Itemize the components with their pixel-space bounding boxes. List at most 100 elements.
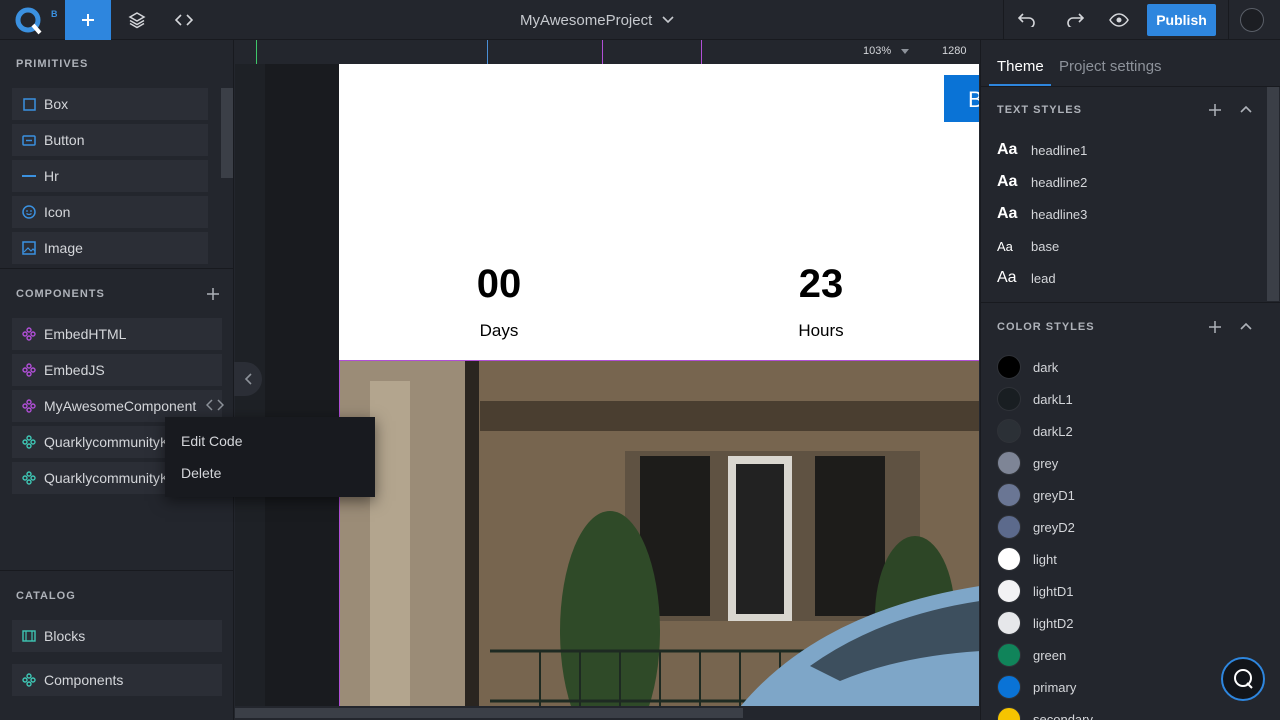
color-style-label: lightD2 bbox=[1033, 615, 1074, 631]
primitive-label: Image bbox=[44, 240, 83, 256]
caret-down-icon[interactable] bbox=[901, 49, 909, 54]
left-scrollbar[interactable] bbox=[221, 88, 233, 178]
image-icon bbox=[22, 241, 36, 255]
primitive-hr[interactable]: Hr bbox=[12, 160, 208, 192]
color-style-item[interactable]: lightD1 bbox=[997, 575, 1073, 607]
component-label: MyAwesomeComponent bbox=[44, 398, 197, 414]
text-style-label: headline2 bbox=[1031, 174, 1088, 190]
menu-item-delete[interactable]: Delete bbox=[181, 465, 221, 481]
color-style-item[interactable]: darkL2 bbox=[997, 415, 1073, 447]
undo-button[interactable] bbox=[1004, 0, 1050, 40]
code-icon[interactable] bbox=[206, 398, 225, 414]
canvas-horizontal-scrollbar[interactable] bbox=[235, 706, 979, 720]
component-item[interactable]: EmbedHTML bbox=[12, 318, 222, 350]
redo-button[interactable] bbox=[1052, 0, 1098, 40]
counter-days[interactable]: 00 Days bbox=[449, 262, 549, 341]
preview-button[interactable] bbox=[1096, 0, 1142, 40]
divider bbox=[1228, 0, 1229, 40]
text-style-item[interactable]: Aa headline1 bbox=[997, 134, 1087, 166]
text-style-item[interactable]: Aa headline3 bbox=[997, 198, 1087, 230]
color-styles-title: COLOR STYLES bbox=[997, 321, 1095, 333]
color-style-item[interactable]: primary bbox=[997, 671, 1076, 703]
primitive-label: Box bbox=[44, 96, 69, 112]
zoom-level[interactable]: 103% bbox=[863, 45, 891, 57]
layers-button[interactable] bbox=[114, 0, 160, 40]
catalog-blocks[interactable]: Blocks bbox=[12, 620, 222, 652]
color-style-item[interactable]: dark bbox=[997, 351, 1058, 383]
component-icon bbox=[22, 399, 36, 413]
color-style-item[interactable]: darkL1 bbox=[997, 383, 1073, 415]
primitive-icon[interactable]: Icon bbox=[12, 196, 208, 228]
page-cta-button[interactable]: B bbox=[944, 75, 979, 122]
context-menu: Edit Code Delete bbox=[165, 417, 375, 497]
primitive-image[interactable]: Image bbox=[12, 232, 208, 264]
text-style-label: base bbox=[1031, 238, 1060, 254]
canvas-width[interactable]: 1280 bbox=[942, 45, 966, 57]
text-style-icon: Aa bbox=[997, 141, 1018, 158]
tab-theme[interactable]: Theme bbox=[997, 58, 1044, 75]
right-panel: Theme Project settings TEXT STYLES Aa hea… bbox=[980, 40, 1280, 720]
text-style-item[interactable]: Aa headline2 bbox=[997, 166, 1087, 198]
color-style-label: darkL2 bbox=[1033, 423, 1073, 439]
color-style-label: greyD1 bbox=[1033, 487, 1075, 503]
quarkly-logo[interactable]: B bbox=[14, 5, 58, 35]
color-swatch bbox=[997, 675, 1021, 699]
text-style-icon: Aa bbox=[997, 238, 1013, 254]
publish-button[interactable]: Publish bbox=[1147, 4, 1216, 36]
color-style-item[interactable]: secondary bbox=[997, 703, 1093, 720]
color-swatch bbox=[997, 419, 1021, 443]
color-style-item[interactable]: greyD2 bbox=[997, 511, 1075, 543]
color-style-item[interactable]: grey bbox=[997, 447, 1058, 479]
ruler-marker bbox=[701, 40, 702, 64]
divider bbox=[981, 86, 1280, 87]
color-style-item[interactable]: lightD2 bbox=[997, 607, 1073, 639]
plus-icon[interactable] bbox=[1208, 103, 1222, 117]
plus-icon[interactable] bbox=[1208, 320, 1222, 334]
catalog-components[interactable]: Components bbox=[12, 664, 222, 696]
counter-value: 23 bbox=[798, 262, 844, 306]
top-bar: B MyAwesomeProject Publish bbox=[0, 0, 1280, 40]
text-style-icon: Aa bbox=[997, 269, 1017, 286]
user-avatar[interactable] bbox=[1240, 8, 1264, 32]
layers-icon bbox=[128, 12, 146, 29]
smiley-icon bbox=[22, 205, 36, 219]
primitive-box[interactable]: Box bbox=[12, 88, 208, 120]
counter-label: Days bbox=[479, 321, 519, 340]
primitive-button[interactable]: Button bbox=[12, 124, 208, 156]
chevron-up-icon[interactable] bbox=[1240, 105, 1252, 113]
scrollbar-thumb[interactable] bbox=[235, 708, 743, 718]
component-item[interactable]: EmbedJS bbox=[12, 354, 222, 386]
color-style-label: darkL1 bbox=[1033, 391, 1073, 407]
counter-hours[interactable]: 23 Hours bbox=[771, 262, 871, 341]
plus-icon bbox=[82, 14, 94, 26]
catalog-title: CATALOG bbox=[16, 590, 76, 602]
divider bbox=[0, 570, 234, 571]
page-frame[interactable]: B 00 Days 23 Hours bbox=[339, 64, 979, 706]
right-scrollbar[interactable] bbox=[1267, 87, 1279, 301]
counter-label: Hours bbox=[798, 321, 844, 340]
chevron-up-icon[interactable] bbox=[1240, 322, 1252, 330]
help-chat-button[interactable] bbox=[1221, 657, 1265, 701]
left-panel: PRIMITIVES Box Button Hr Icon Image COMP… bbox=[0, 40, 234, 720]
text-style-item[interactable]: Aa lead bbox=[997, 262, 1056, 294]
color-style-item[interactable]: green bbox=[997, 639, 1066, 671]
color-swatch bbox=[997, 579, 1021, 603]
color-style-item[interactable]: greyD1 bbox=[997, 479, 1075, 511]
text-style-item[interactable]: Aa base bbox=[997, 230, 1059, 262]
component-icon bbox=[22, 363, 36, 377]
component-icon bbox=[22, 435, 36, 449]
canvas-gutter bbox=[265, 64, 339, 706]
canvas[interactable]: 103% 1280 B 00 Days 23 Hours bbox=[235, 40, 979, 720]
component-icon bbox=[22, 327, 36, 341]
add-button[interactable] bbox=[65, 0, 111, 40]
project-selector[interactable]: MyAwesomeProject bbox=[520, 0, 674, 40]
tab-project-settings[interactable]: Project settings bbox=[1059, 58, 1162, 75]
menu-item-edit-code[interactable]: Edit Code bbox=[181, 433, 242, 449]
color-style-item[interactable]: light bbox=[997, 543, 1057, 575]
hero-photo[interactable] bbox=[339, 360, 979, 706]
code-icon bbox=[175, 14, 193, 26]
code-button[interactable] bbox=[161, 0, 207, 40]
component-label: EmbedJS bbox=[44, 362, 105, 378]
add-component-button[interactable] bbox=[206, 287, 220, 306]
component-icon bbox=[22, 471, 36, 485]
